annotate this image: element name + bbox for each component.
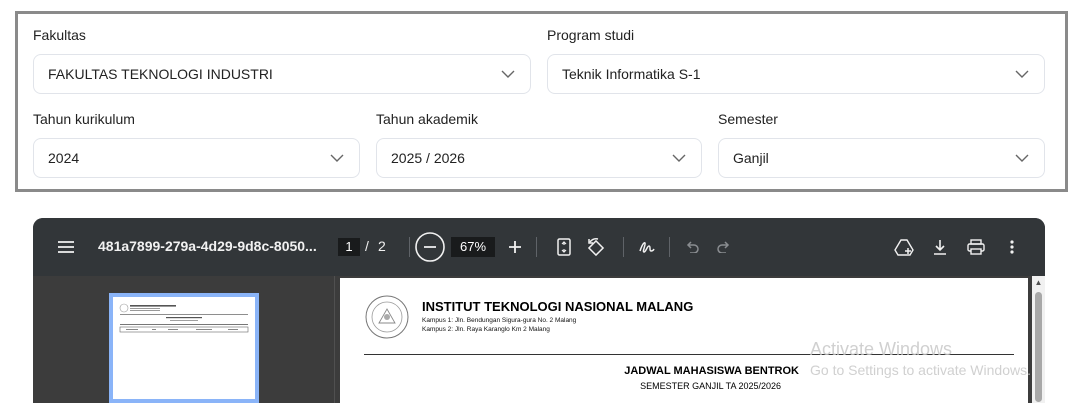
total-pages: 2 bbox=[378, 238, 386, 254]
tahun-kurikulum-select[interactable]: 2024 bbox=[33, 138, 360, 178]
tahun-kurikulum-value: 2024 bbox=[48, 150, 80, 166]
tahun-kurikulum-field: Tahun kurikulum 2024 bbox=[33, 109, 360, 178]
page-scrollbar[interactable]: ▲ bbox=[1032, 276, 1045, 403]
pdf-toolbar: 481a7899-279a-4d29-9d8c-8050... 1 / 2 67… bbox=[33, 218, 1045, 276]
semester-field: Semester Ganjil bbox=[718, 109, 1045, 178]
toolbar-divider bbox=[536, 237, 537, 257]
program-studi-select[interactable]: Teknik Informatika S-1 bbox=[547, 54, 1045, 94]
semester-select[interactable]: Ganjil bbox=[718, 138, 1045, 178]
more-options-icon[interactable] bbox=[1004, 238, 1020, 256]
download-icon[interactable] bbox=[931, 238, 949, 256]
address-line-2: Kampus 2: Jln. Raya Karanglo Km 2 Malang bbox=[422, 326, 550, 333]
page-separator: / bbox=[365, 238, 369, 254]
tahun-akademik-field: Tahun akademik 2025 / 2026 bbox=[376, 109, 702, 178]
filter-panel: Fakultas FAKULTAS TEKNOLOGI INDUSTRI Pro… bbox=[15, 11, 1068, 192]
annotate-icon[interactable] bbox=[637, 238, 657, 256]
program-studi-field: Program studi Teknik Informatika S-1 bbox=[547, 25, 1045, 94]
document-title: 481a7899-279a-4d29-9d8c-8050... bbox=[98, 238, 317, 254]
fakultas-select[interactable]: FAKULTAS TEKNOLOGI INDUSTRI bbox=[33, 54, 531, 94]
fakultas-field: Fakultas FAKULTAS TEKNOLOGI INDUSTRI bbox=[33, 25, 531, 94]
current-page-input[interactable]: 1 bbox=[338, 238, 360, 256]
institution-name: INSTITUT TEKNOLOGI NASIONAL MALANG bbox=[422, 299, 694, 314]
toolbar-divider bbox=[409, 237, 410, 257]
institution-seal-icon bbox=[364, 294, 410, 340]
tahun-akademik-select[interactable]: 2025 / 2026 bbox=[376, 138, 702, 178]
watermark-line-2: Go to Settings to activate Windows. bbox=[810, 362, 1031, 378]
chevron-down-icon bbox=[1014, 66, 1030, 82]
document-subheading: SEMESTER GANJIL TA 2025/2026 bbox=[640, 381, 781, 391]
tahun-kurikulum-label: Tahun kurikulum bbox=[33, 111, 135, 127]
menu-icon[interactable] bbox=[57, 238, 75, 256]
thumbnail-sidebar bbox=[33, 276, 335, 403]
tahun-akademik-value: 2025 / 2026 bbox=[391, 150, 465, 166]
scroll-thumb[interactable] bbox=[1035, 292, 1042, 402]
chevron-down-icon bbox=[671, 150, 687, 166]
program-studi-value: Teknik Informatika S-1 bbox=[562, 66, 701, 82]
program-studi-label: Program studi bbox=[547, 27, 635, 43]
zoom-level[interactable]: 67% bbox=[451, 237, 495, 257]
rotate-icon[interactable] bbox=[586, 237, 606, 257]
document-heading: JADWAL MAHASISWA BENTROK bbox=[624, 365, 799, 377]
thumbnail-page bbox=[116, 300, 252, 399]
watermark-line-1: Activate Windows bbox=[810, 339, 953, 359]
chevron-down-icon bbox=[329, 150, 345, 166]
save-to-drive-icon[interactable] bbox=[894, 237, 914, 257]
chevron-down-icon bbox=[1014, 150, 1030, 166]
toolbar-divider bbox=[623, 237, 624, 257]
page-thumbnail[interactable] bbox=[109, 293, 259, 403]
chevron-down-icon bbox=[500, 66, 516, 82]
zoom-in-icon[interactable] bbox=[507, 239, 523, 255]
windows-activation-watermark: Activate Windows Go to Settings to activ… bbox=[810, 339, 1031, 378]
print-icon[interactable] bbox=[966, 238, 986, 256]
undo-icon[interactable] bbox=[684, 239, 700, 255]
toolbar-divider bbox=[669, 237, 670, 257]
semester-value: Ganjil bbox=[733, 150, 769, 166]
fit-page-icon[interactable] bbox=[555, 238, 573, 256]
scroll-up-icon[interactable]: ▲ bbox=[1034, 278, 1043, 287]
semester-label: Semester bbox=[718, 111, 778, 127]
zoom-out-icon[interactable] bbox=[415, 232, 445, 262]
address-line-1: Kampus 1: Jln. Bendungan Sigura-gura No.… bbox=[422, 317, 577, 324]
fakultas-label: Fakultas bbox=[33, 27, 86, 43]
redo-icon[interactable] bbox=[716, 239, 732, 255]
tahun-akademik-label: Tahun akademik bbox=[376, 111, 478, 127]
fakultas-value: FAKULTAS TEKNOLOGI INDUSTRI bbox=[48, 66, 273, 82]
